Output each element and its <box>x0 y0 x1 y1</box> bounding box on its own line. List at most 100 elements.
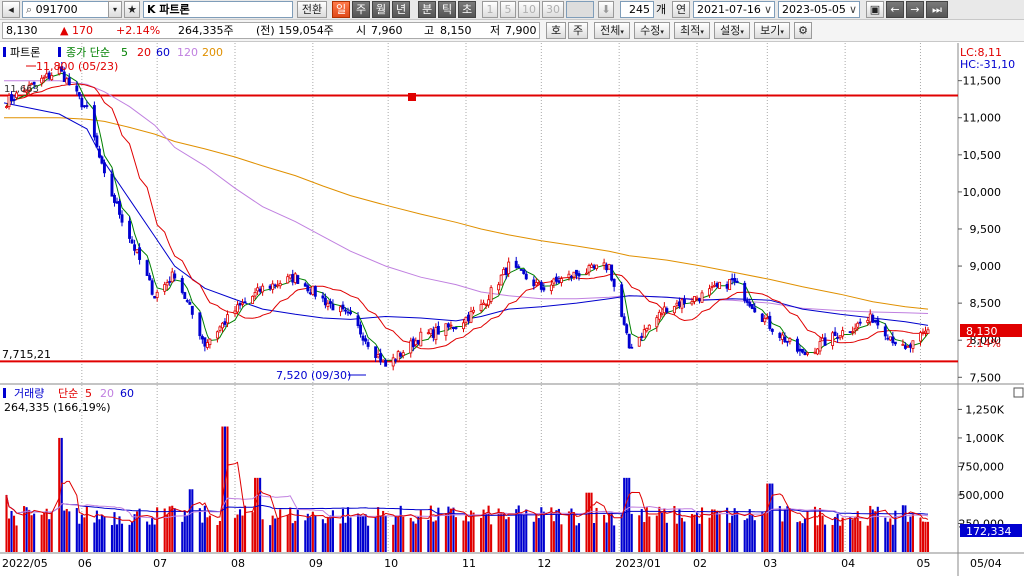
scroll-left-icon[interactable]: ← <box>886 1 904 18</box>
code-dropdown-button[interactable]: ▾ <box>108 1 122 18</box>
switch-button[interactable]: 전환 <box>297 1 327 18</box>
volume-bar <box>156 507 159 552</box>
legend-ma5: 5 <box>121 46 128 59</box>
candle-body <box>359 324 362 335</box>
scroll-right-icon[interactable]: → <box>906 1 924 18</box>
volume-bar <box>665 522 668 552</box>
order-button[interactable]: 주 <box>568 22 588 39</box>
nav-left-button[interactable]: ◂ <box>2 1 20 18</box>
volume-bar <box>10 510 13 552</box>
candle-body <box>876 319 880 326</box>
volume-bar <box>768 483 771 552</box>
volume-bar <box>640 509 643 552</box>
candle-body <box>293 273 297 283</box>
hline-handle[interactable] <box>408 93 416 101</box>
unit-30-button[interactable]: 30 <box>542 1 564 18</box>
volume-bar <box>525 509 528 552</box>
hts-chart-window: ◂ ⌕ 091700 ▾ ★ K 파트론 전환 일 주 월 년 분 틱 초 1 … <box>0 0 1024 576</box>
volume-bar <box>485 514 488 552</box>
legend-marker <box>3 47 6 57</box>
candle-body <box>115 201 119 204</box>
volume-bar <box>841 517 844 552</box>
tab-period-minute[interactable]: 분 <box>418 1 436 18</box>
menu-all-button[interactable]: 전체▾ <box>594 22 630 39</box>
candle-body <box>110 173 114 197</box>
candle-body <box>426 332 430 335</box>
volume-bar <box>261 519 264 552</box>
candle-body <box>627 333 631 349</box>
candle-body <box>818 341 822 352</box>
volume-bar <box>359 514 362 552</box>
candle-body <box>113 194 116 203</box>
volume-bar <box>233 518 237 552</box>
menu-adjust-button[interactable]: 수정▾ <box>634 22 670 39</box>
price-volume-chart[interactable]: 11,50011,00010,50010,0009,5009,0008,5008… <box>0 43 1024 576</box>
candle-body <box>226 314 229 324</box>
volume-bar <box>813 506 817 552</box>
date-tick-label: 09 <box>309 557 323 570</box>
candle-body <box>836 336 840 339</box>
unit-10-button[interactable]: 10 <box>518 1 540 18</box>
volume-bar <box>507 517 510 552</box>
candle-body <box>871 314 875 323</box>
menu-optimize-button[interactable]: 최적▾ <box>674 22 710 39</box>
year-button[interactable]: 연 <box>672 1 690 18</box>
volume-bar <box>346 507 350 552</box>
candle-body <box>75 85 79 92</box>
candle-body <box>675 302 679 306</box>
down-arrow-icon[interactable]: ⬇ <box>598 1 614 18</box>
candle-body <box>640 335 644 338</box>
candle-body <box>50 74 54 81</box>
date-from-input[interactable]: 2021-07-16 <box>693 1 775 18</box>
candle-body <box>163 284 167 292</box>
candle-body <box>220 322 224 329</box>
more-icon[interactable]: ⚙ <box>794 22 812 39</box>
unit-1-button[interactable]: 1 <box>482 1 498 18</box>
candle-body <box>537 282 541 285</box>
date-from-dropdown-icon[interactable]: ∨ <box>764 3 772 17</box>
volume-bar <box>238 509 242 552</box>
candle-body <box>682 298 686 304</box>
candle-body <box>858 321 862 324</box>
date-to-dropdown-icon[interactable]: ∨ <box>849 3 857 17</box>
menu-settings-button[interactable]: 설정▾ <box>714 22 750 39</box>
fast-forward-icon[interactable]: ⏭ <box>926 1 948 18</box>
save-icon[interactable]: ▣ <box>866 1 884 18</box>
date-tick-label: 2022/05 <box>2 557 48 570</box>
date-to-input[interactable]: 2023-05-05 <box>778 1 860 18</box>
candle-body <box>311 285 315 295</box>
unit-custom-input[interactable] <box>566 1 594 18</box>
candle-body <box>908 344 912 348</box>
candle-body <box>339 306 342 313</box>
favorite-star-icon[interactable]: ★ <box>124 1 140 18</box>
volume-bar <box>23 506 26 552</box>
volume-legend-ma-label: 단순 <box>58 387 78 400</box>
unit-5-button[interactable]: 5 <box>500 1 516 18</box>
tab-period-year[interactable]: 년 <box>392 1 410 18</box>
candle-body <box>431 329 435 338</box>
candle-body <box>331 304 335 311</box>
candle-body <box>308 292 312 295</box>
count-input[interactable]: 245 <box>620 1 654 18</box>
menu-view-button[interactable]: 보기▾ <box>754 22 790 39</box>
volume-bar <box>33 513 36 552</box>
tab-period-tick[interactable]: 틱 <box>438 1 456 18</box>
volume-bar <box>924 521 927 552</box>
candle-body <box>911 340 915 349</box>
candle-body <box>765 317 769 320</box>
candle-body <box>821 337 824 342</box>
tab-period-week[interactable]: 주 <box>352 1 370 18</box>
volume-bar <box>384 515 387 552</box>
panel-close-icon[interactable] <box>1013 387 1024 398</box>
hoga-button[interactable]: 호 <box>546 22 566 39</box>
tab-period-month[interactable]: 월 <box>372 1 390 18</box>
volume-bar <box>736 511 739 552</box>
tab-period-second[interactable]: 초 <box>458 1 476 18</box>
candle-body <box>715 283 719 287</box>
candle-body <box>647 324 651 330</box>
volume-bar <box>60 437 63 552</box>
candle-body <box>567 273 571 278</box>
tab-period-day[interactable]: 일 <box>332 1 350 18</box>
volume-bar <box>83 517 86 552</box>
code-input[interactable]: ⌕ 091700 <box>22 1 118 18</box>
